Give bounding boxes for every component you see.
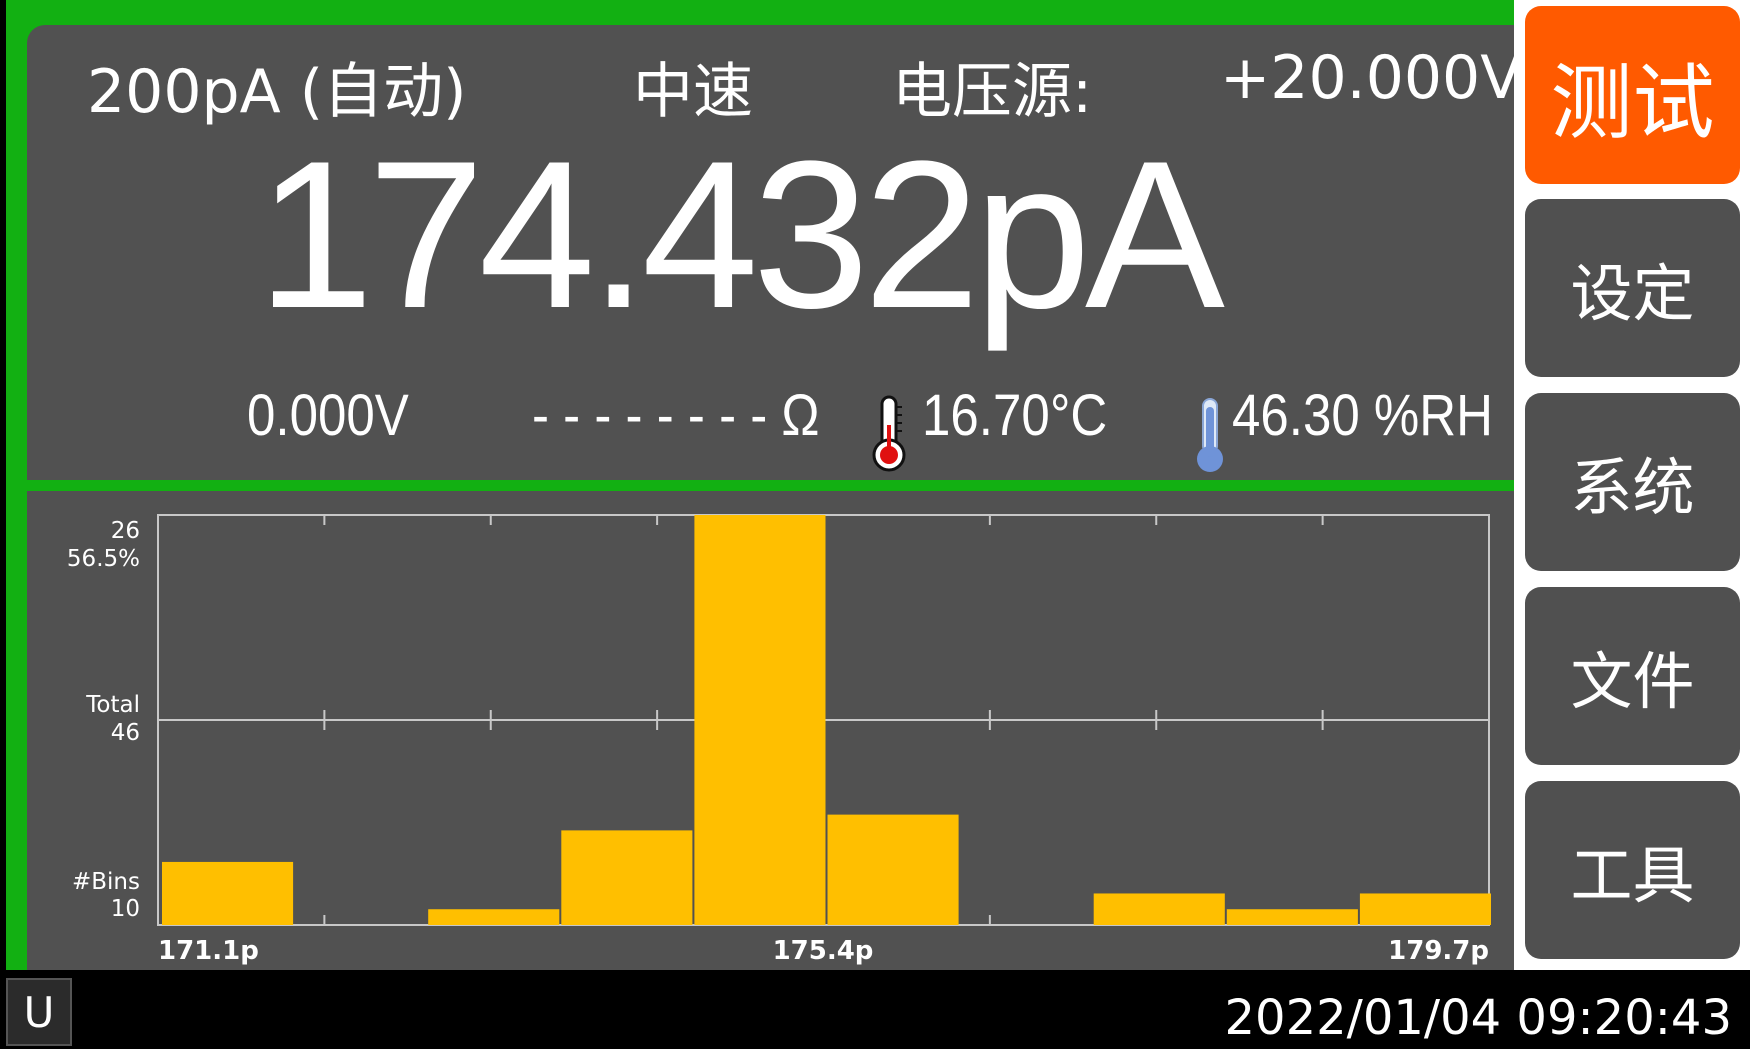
- resistance-reading: - - - - - - - - Ω: [532, 383, 820, 448]
- histogram-bar: [428, 909, 560, 925]
- x-tick-label-mid: 175.4p: [773, 936, 874, 966]
- thermometer-icon: [872, 395, 906, 472]
- total-value: 46: [111, 720, 140, 746]
- histogram-bar: [1093, 893, 1225, 925]
- histogram-bar: [694, 515, 826, 925]
- menu-settings-button[interactable]: 设定: [1525, 199, 1740, 377]
- x-tick-label-max: 179.7p: [1388, 936, 1489, 966]
- hygrometer-icon: [1197, 398, 1223, 472]
- menu-test-button[interactable]: 测试: [1525, 6, 1740, 184]
- menu-tools-button[interactable]: 工具: [1525, 781, 1740, 959]
- histogram-bar: [561, 830, 693, 925]
- voltage-source-value[interactable]: +20.000V: [1220, 43, 1521, 113]
- histogram-bar: [1359, 893, 1491, 925]
- histogram-bar: [827, 814, 959, 925]
- histogram-bar: [162, 861, 294, 925]
- mode-indicator[interactable]: U: [6, 978, 72, 1046]
- histogram-bar: [1226, 909, 1358, 925]
- instrument-screen: 200pA (自动) 中速 电压源: +20.000V 174.432pA 0.…: [0, 0, 1750, 1049]
- datetime-display: 2022/01/04 09:20:43: [1224, 990, 1733, 1046]
- total-label: Total: [85, 692, 140, 718]
- temperature-unit: °C: [1050, 383, 1108, 448]
- histogram-chart: 26 56.5% Total 46 #Bins 10 171.1p 175.4p…: [67, 514, 1491, 966]
- bins-label: #Bins: [72, 869, 140, 895]
- y-max-count-label: 26: [111, 518, 140, 544]
- menu-file-button[interactable]: 文件: [1525, 587, 1740, 765]
- humidity-reading: 46.30 %RH: [1232, 383, 1494, 448]
- y-max-percent-label: 56.5%: [67, 546, 140, 572]
- current-reading: 174.432pA: [257, 117, 1225, 352]
- bins-value: 10: [111, 896, 140, 922]
- menu-system-button[interactable]: 系统: [1525, 393, 1740, 571]
- x-tick-label-min: 171.1p: [158, 936, 259, 966]
- readout-panel: 200pA (自动) 中速 电压源: +20.000V 174.432pA 0.…: [27, 25, 1521, 480]
- voltage-reading: 0.000V: [247, 383, 409, 448]
- temperature-reading: 16.70: [922, 383, 1050, 448]
